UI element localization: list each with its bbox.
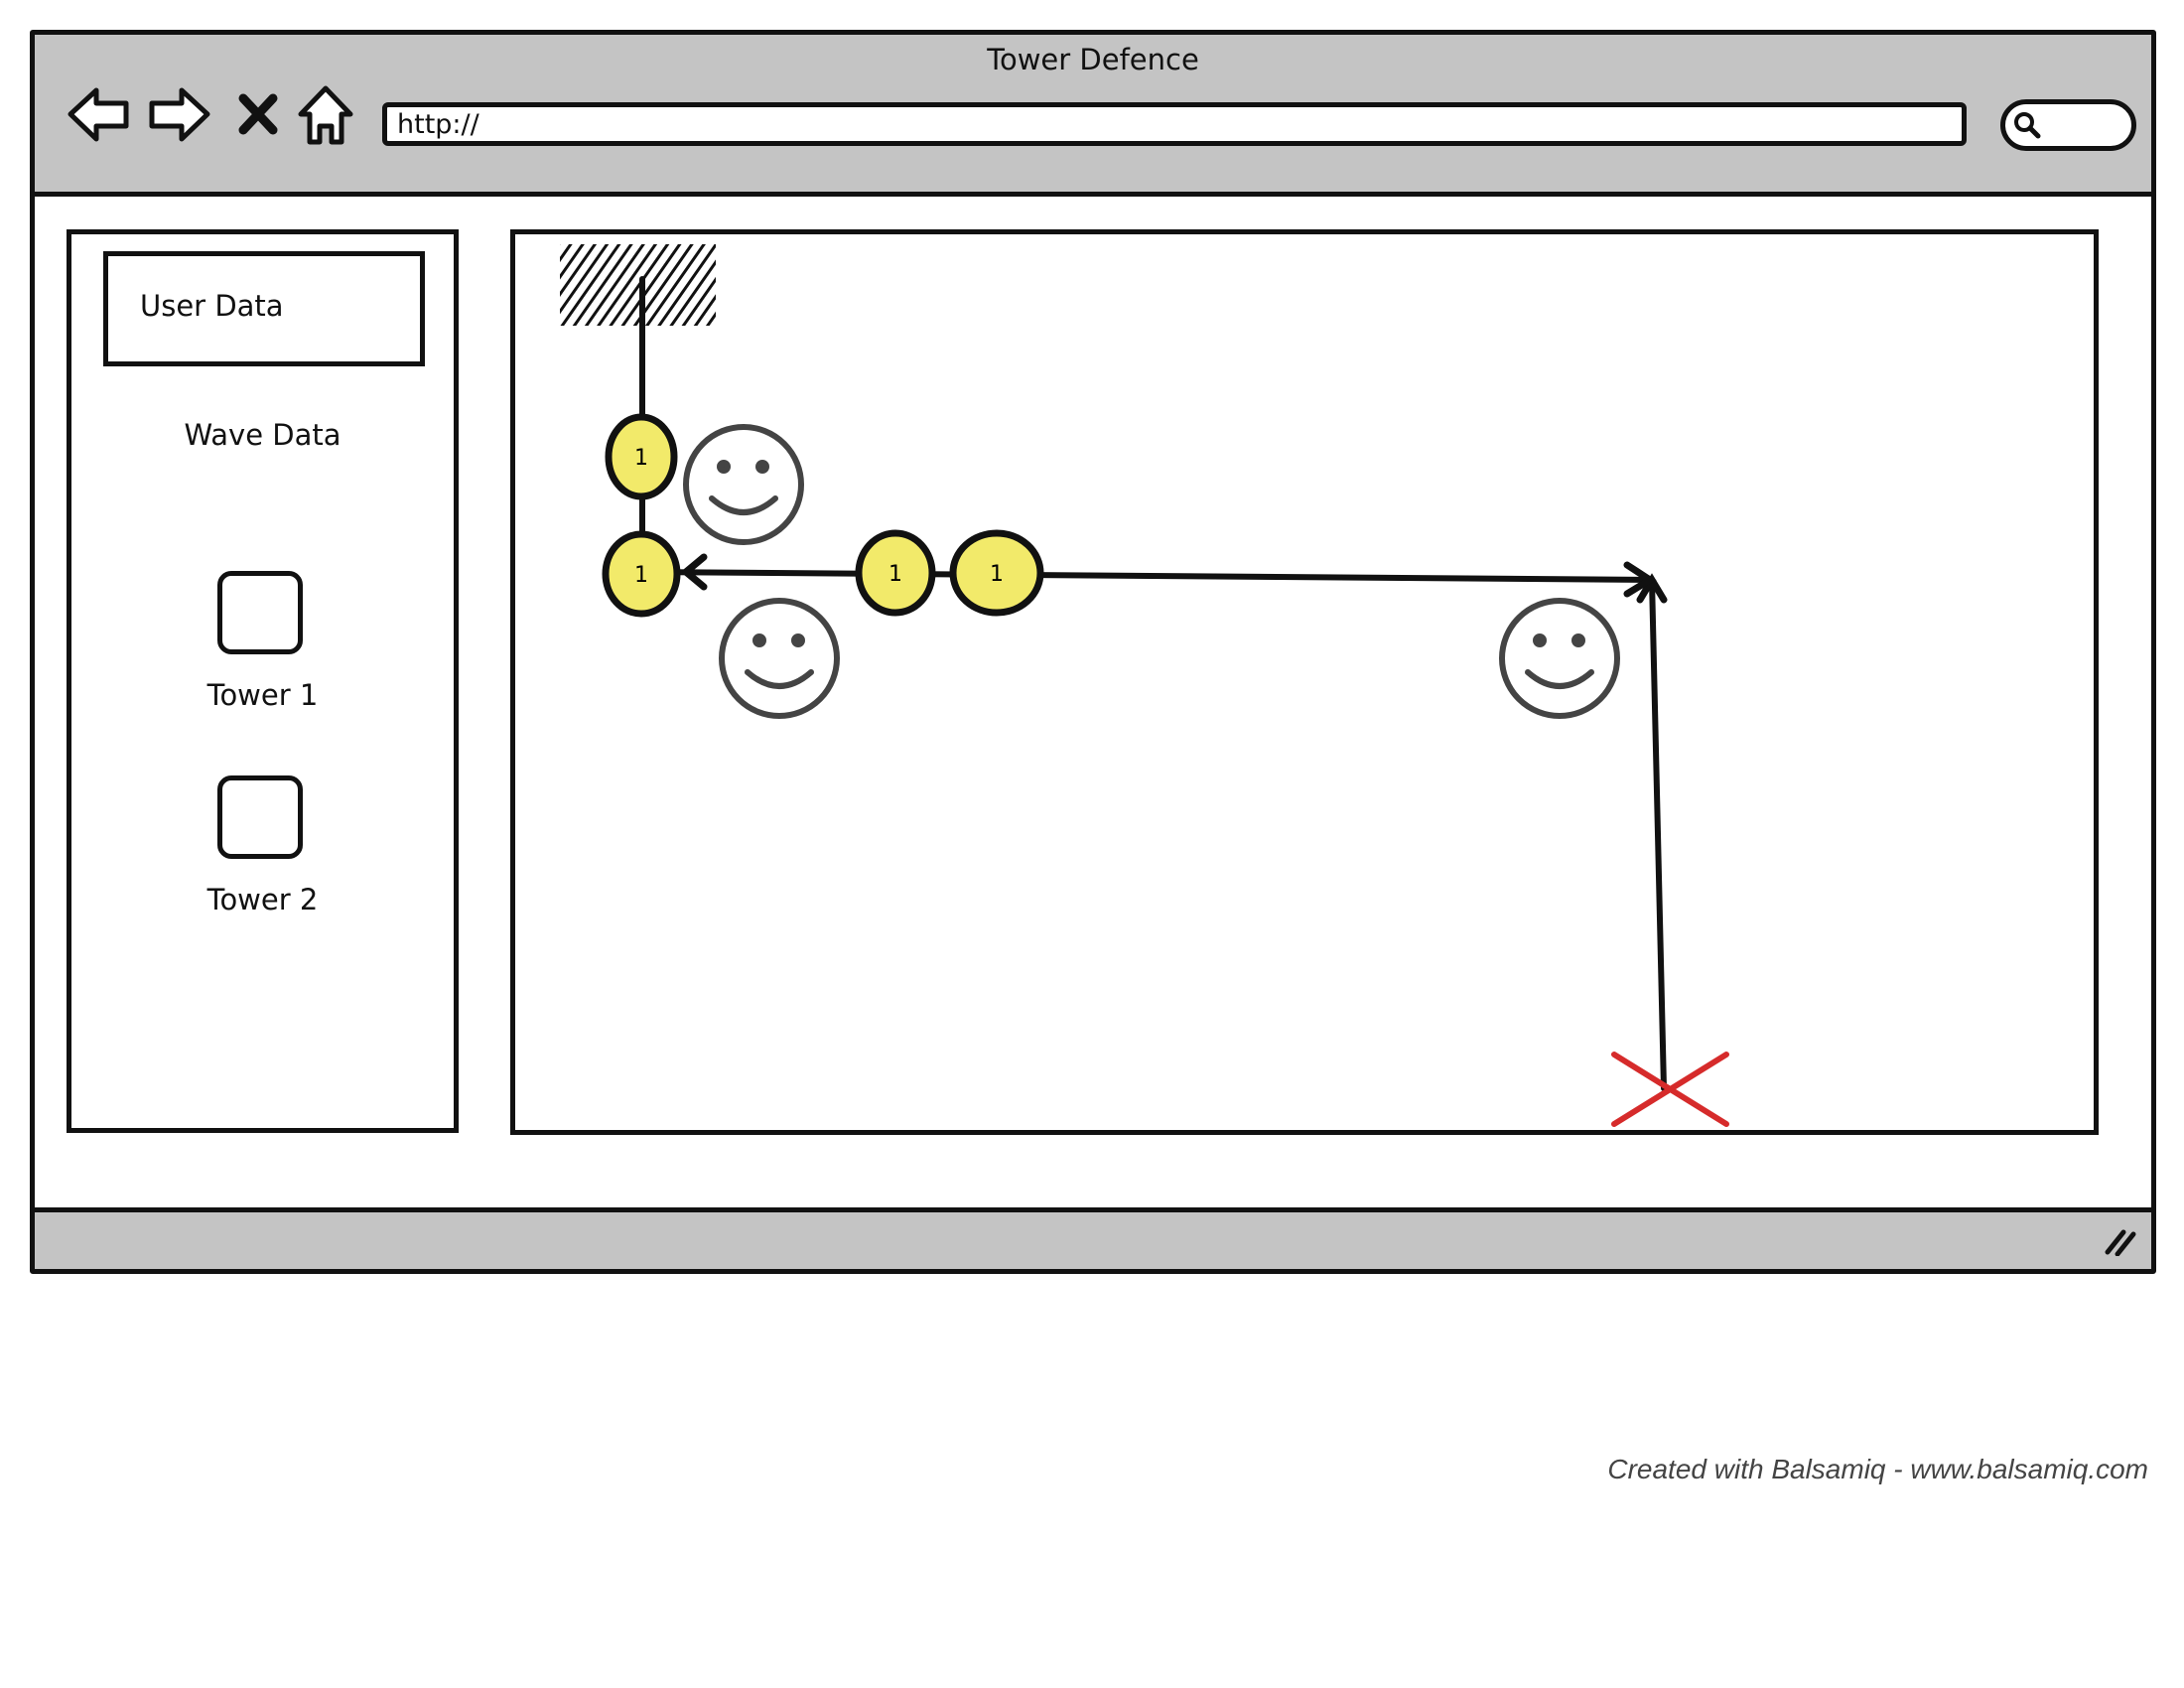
arrow-left-icon	[68, 87, 129, 142]
tower-smiley-icon[interactable]	[683, 424, 804, 545]
enemy-label: 1	[634, 563, 648, 588]
search-icon	[2014, 112, 2041, 139]
enemy-unit[interactable]: 1	[949, 529, 1044, 617]
user-data-label: User Data	[140, 289, 284, 323]
wave-data-label: Wave Data	[184, 418, 341, 452]
enemy-unit[interactable]: 1	[602, 530, 681, 618]
enemy-label: 1	[990, 562, 1004, 587]
tower-2-label: Tower 2	[206, 883, 319, 916]
back-button[interactable]	[65, 80, 134, 150]
search-field[interactable]	[2000, 99, 2136, 151]
tower-smiley-icon[interactable]	[1499, 598, 1620, 719]
enemy-label: 1	[888, 562, 902, 587]
resize-grip-icon[interactable]	[2104, 1226, 2137, 1256]
sidebar-panel: User Data Wave Data Tower 1 Tower 2	[67, 229, 459, 1133]
home-icon	[298, 85, 353, 145]
tower-2-button[interactable]	[217, 775, 303, 859]
forward-button[interactable]	[144, 80, 213, 150]
window-title: Tower Defence	[987, 43, 1199, 76]
stop-button[interactable]	[233, 80, 283, 150]
game-board-canvas: 1 1 1 1	[560, 244, 1729, 1127]
enemy-unit[interactable]: 1	[605, 413, 678, 500]
home-button[interactable]	[295, 80, 356, 150]
tower-1-label: Tower 1	[206, 678, 319, 712]
close-icon	[238, 93, 278, 135]
browser-toolbar: Tower Defence	[35, 35, 2151, 197]
game-board[interactable]: 1 1 1 1	[510, 229, 2099, 1135]
status-bar	[35, 1207, 2151, 1269]
goal-marker-icon	[1611, 1052, 1729, 1127]
footer-credit: Created with Balsamiq - www.balsamiq.com	[1607, 1454, 2148, 1484]
url-bar[interactable]	[382, 102, 1967, 146]
arrow-right-icon	[149, 87, 210, 142]
tower-1-button[interactable]	[217, 571, 303, 654]
browser-window: Tower Defence http:// User Data Wave Dat…	[30, 30, 2156, 1274]
enemy-label: 1	[634, 446, 648, 471]
enemy-unit[interactable]: 1	[855, 529, 936, 617]
user-data-panel: User Data	[103, 251, 425, 366]
spawn-point-marker	[560, 244, 716, 326]
tower-smiley-icon[interactable]	[719, 598, 840, 719]
